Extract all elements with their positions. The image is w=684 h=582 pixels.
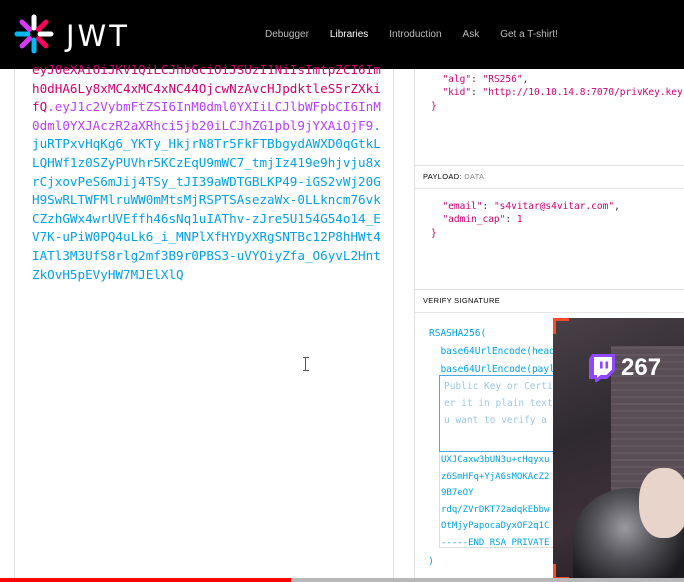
private-key-textarea[interactable]: UXJCaxw3bUN3u+cHqyxu z6SmHFq+YjA6sMOKAcZ… (439, 452, 569, 548)
nav-item-debugger[interactable]: Debugger (265, 29, 309, 40)
frame-corner-icon (553, 318, 569, 334)
token-payload-part: eyJ1c2VybmFtZSI6InM0dml0YXIiLCJlbWFpbCI6… (32, 99, 381, 133)
nav-links: Debugger Libraries Introduction Ask Get … (265, 29, 579, 40)
video-progress-bar[interactable] (0, 578, 684, 582)
jwt-logo-icon[interactable] (14, 14, 54, 54)
nav-item-ask[interactable]: Ask (463, 29, 480, 40)
payload-json-editor[interactable]: "email": "s4vitar@s4vitar.com", "admin_c… (431, 200, 620, 240)
twitch-icon (589, 354, 615, 382)
encoded-token-editor[interactable]: eyJ0eXAiOiJKV1QiLCJhbGciOiJSUzI1NiIsImtp… (14, 62, 394, 582)
verify-code: RSASHA256( base64UrlEncode(head base64Ur… (429, 328, 555, 375)
json-brace: } (431, 227, 437, 239)
viewer-count: 267 (621, 354, 662, 381)
nav-item-libraries[interactable]: Libraries (330, 29, 368, 40)
json-line: "alg": "RS256", (442, 74, 529, 85)
token-signature-part: juRTPxvHqKg6_YKTy_HkjrN8Tr5FkFTBbgydAWXD… (32, 136, 381, 282)
json-line: "email": "s4vitar@s4vitar.com", (442, 201, 620, 212)
verify-signature-label: VERIFY SIGNATURE (423, 296, 501, 305)
json-line: "kid": "http://10.10.14.8:7070/privKey.k… (442, 87, 684, 99)
video-progress-fill (0, 578, 291, 582)
token-dot: . (373, 117, 381, 133)
nav-item-tshirt[interactable]: Get a T-shirt! (500, 29, 558, 40)
text-cursor-icon (303, 357, 311, 371)
json-line: "admin_cap": 1 (442, 214, 523, 226)
header-json-editor[interactable]: "alg": "RS256", "kid": "http://10.10.14.… (431, 73, 684, 113)
verify-closing-paren: ) (428, 556, 435, 567)
public-key-textarea[interactable]: Public Key or Certi er it in plain text … (439, 375, 569, 452)
token-dot: . (47, 99, 55, 115)
webcam-face (639, 468, 684, 538)
nav-item-introduction[interactable]: Introduction (389, 29, 441, 40)
json-brace: } (431, 100, 437, 112)
top-navbar: JWT Debugger Libraries Introduction Ask … (0, 0, 684, 69)
logo-text[interactable]: JWT (66, 19, 130, 53)
payload-label: PAYLOAD: DATA (423, 172, 485, 181)
streamer-webcam-overlay: 267 (553, 318, 684, 582)
encoded-token-text[interactable]: eyJ0eXAiOiJKV1QiLCJhbGciOiJSUzI1NiIsImtp… (32, 61, 382, 284)
